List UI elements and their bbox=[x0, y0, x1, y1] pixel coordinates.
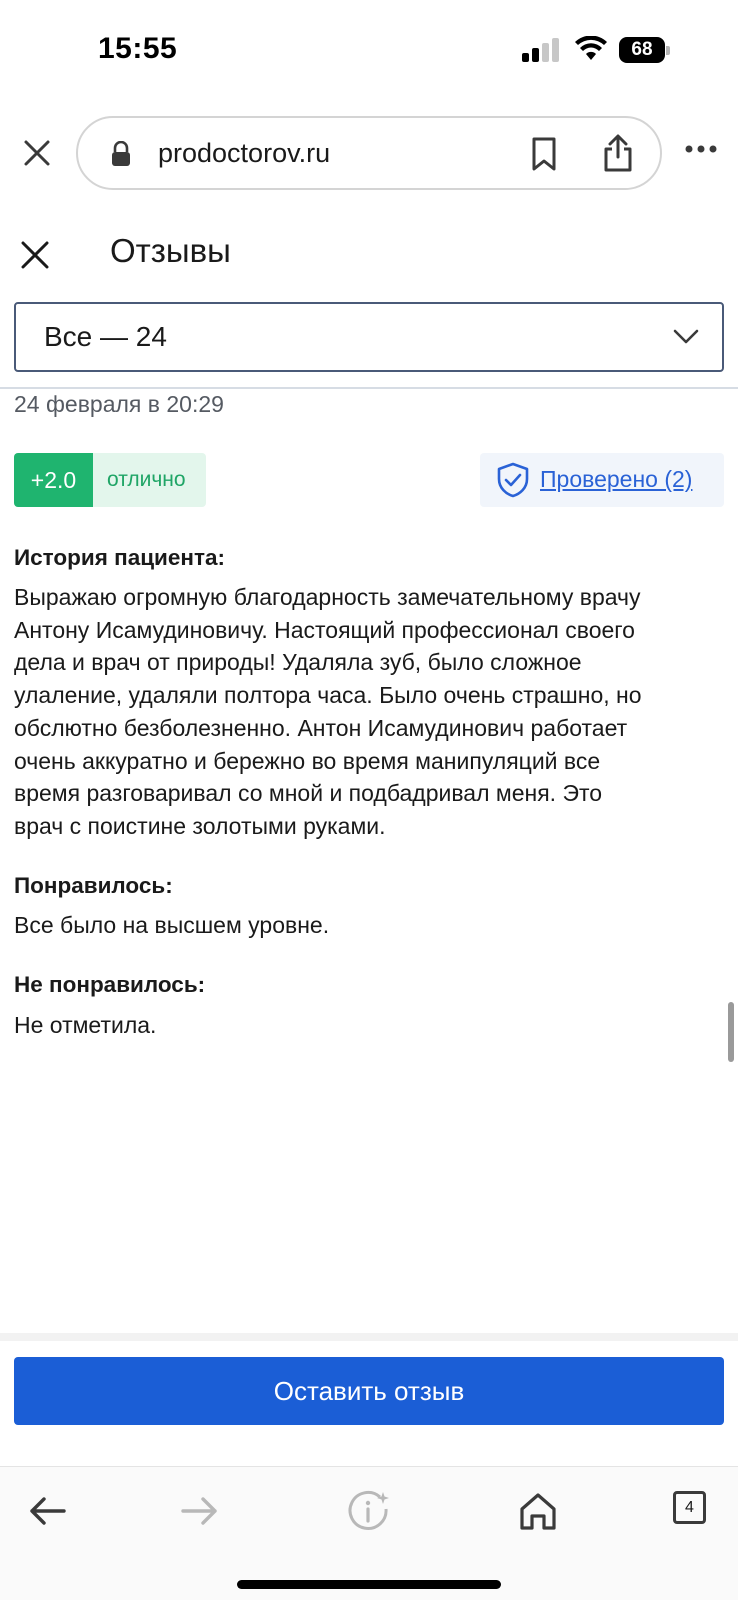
review-date: 24 февраля в 20:29 bbox=[14, 391, 224, 417]
disliked-text: Не отметила. bbox=[14, 1012, 157, 1038]
rating-badge: +2.0 отлично bbox=[14, 453, 206, 507]
history-line: дела и врач от природы! Удаляла зуб, был… bbox=[14, 649, 582, 676]
browser-url-bar: prodoctorov.ru bbox=[0, 116, 738, 192]
close-reviews-icon[interactable] bbox=[20, 240, 50, 270]
rating-score: +2.0 bbox=[14, 453, 93, 507]
liked-label: Понравилось: bbox=[14, 873, 173, 898]
history-line: обслютно безболезненно. Антон Исамудинов… bbox=[14, 714, 628, 741]
battery-level: 68 bbox=[619, 37, 665, 63]
cellular-signal-icon bbox=[522, 38, 562, 62]
disliked-label: Не понравилось: bbox=[14, 972, 206, 997]
lock-icon bbox=[112, 141, 130, 166]
home-indicator bbox=[237, 1580, 501, 1589]
browser-toolbar: 4 bbox=[0, 1466, 738, 1600]
filter-selected-value: Все — 24 bbox=[44, 321, 167, 352]
history-label: История пациента: bbox=[14, 545, 226, 570]
url-text: prodoctorov.ru bbox=[158, 138, 331, 168]
history-line: врач с поистине золотыми руками. bbox=[14, 812, 386, 839]
liked-text: Все было на высшем уровне. bbox=[14, 912, 330, 938]
scrollbar-thumb[interactable] bbox=[728, 1002, 734, 1062]
wifi-icon bbox=[575, 36, 607, 60]
shield-check-icon bbox=[497, 462, 529, 498]
battery-icon: 68 bbox=[619, 37, 671, 63]
status-time: 15:55 bbox=[98, 32, 178, 65]
header-divider bbox=[0, 387, 738, 389]
reviews-filter-select[interactable]: Все — 24 bbox=[14, 302, 724, 372]
share-icon[interactable] bbox=[602, 134, 634, 172]
status-bar: 15:55 68 bbox=[0, 0, 738, 100]
history-line: очень аккуратно и бережно во время манип… bbox=[14, 747, 601, 774]
verified-badge[interactable]: Проверено (2) bbox=[480, 453, 724, 507]
reviews-header: Отзывы bbox=[0, 228, 738, 290]
rating-word: отлично bbox=[93, 453, 206, 507]
info-sparkle-icon[interactable] bbox=[348, 1489, 392, 1533]
verified-link[interactable]: Проверено (2) bbox=[540, 466, 692, 493]
bookmark-icon[interactable] bbox=[530, 136, 558, 172]
address-field[interactable]: prodoctorov.ru bbox=[76, 116, 662, 190]
forward-arrow-icon[interactable] bbox=[177, 1489, 221, 1533]
back-arrow-icon[interactable] bbox=[26, 1489, 70, 1533]
leave-review-button[interactable]: Оставить отзыв bbox=[14, 1357, 724, 1425]
close-icon[interactable] bbox=[22, 138, 52, 168]
history-line: Выражаю огромную благодарность замечател… bbox=[14, 584, 641, 610]
chevron-down-icon bbox=[673, 329, 699, 344]
history-line: время разговаривал со мной и подбадривал… bbox=[14, 780, 603, 807]
history-text: Выражаю огромную благодарность замечател… bbox=[14, 581, 726, 843]
home-icon[interactable] bbox=[516, 1489, 560, 1533]
page-title: Отзывы bbox=[110, 232, 231, 269]
content-fade bbox=[0, 1333, 738, 1341]
history-line: улаление, удаляли полтора часа. Было оче… bbox=[14, 682, 642, 709]
tabs-icon[interactable]: 4 bbox=[673, 1491, 706, 1524]
history-line: Антону Исамудиновичу. Настоящий професси… bbox=[14, 616, 635, 643]
more-icon[interactable] bbox=[685, 144, 717, 154]
